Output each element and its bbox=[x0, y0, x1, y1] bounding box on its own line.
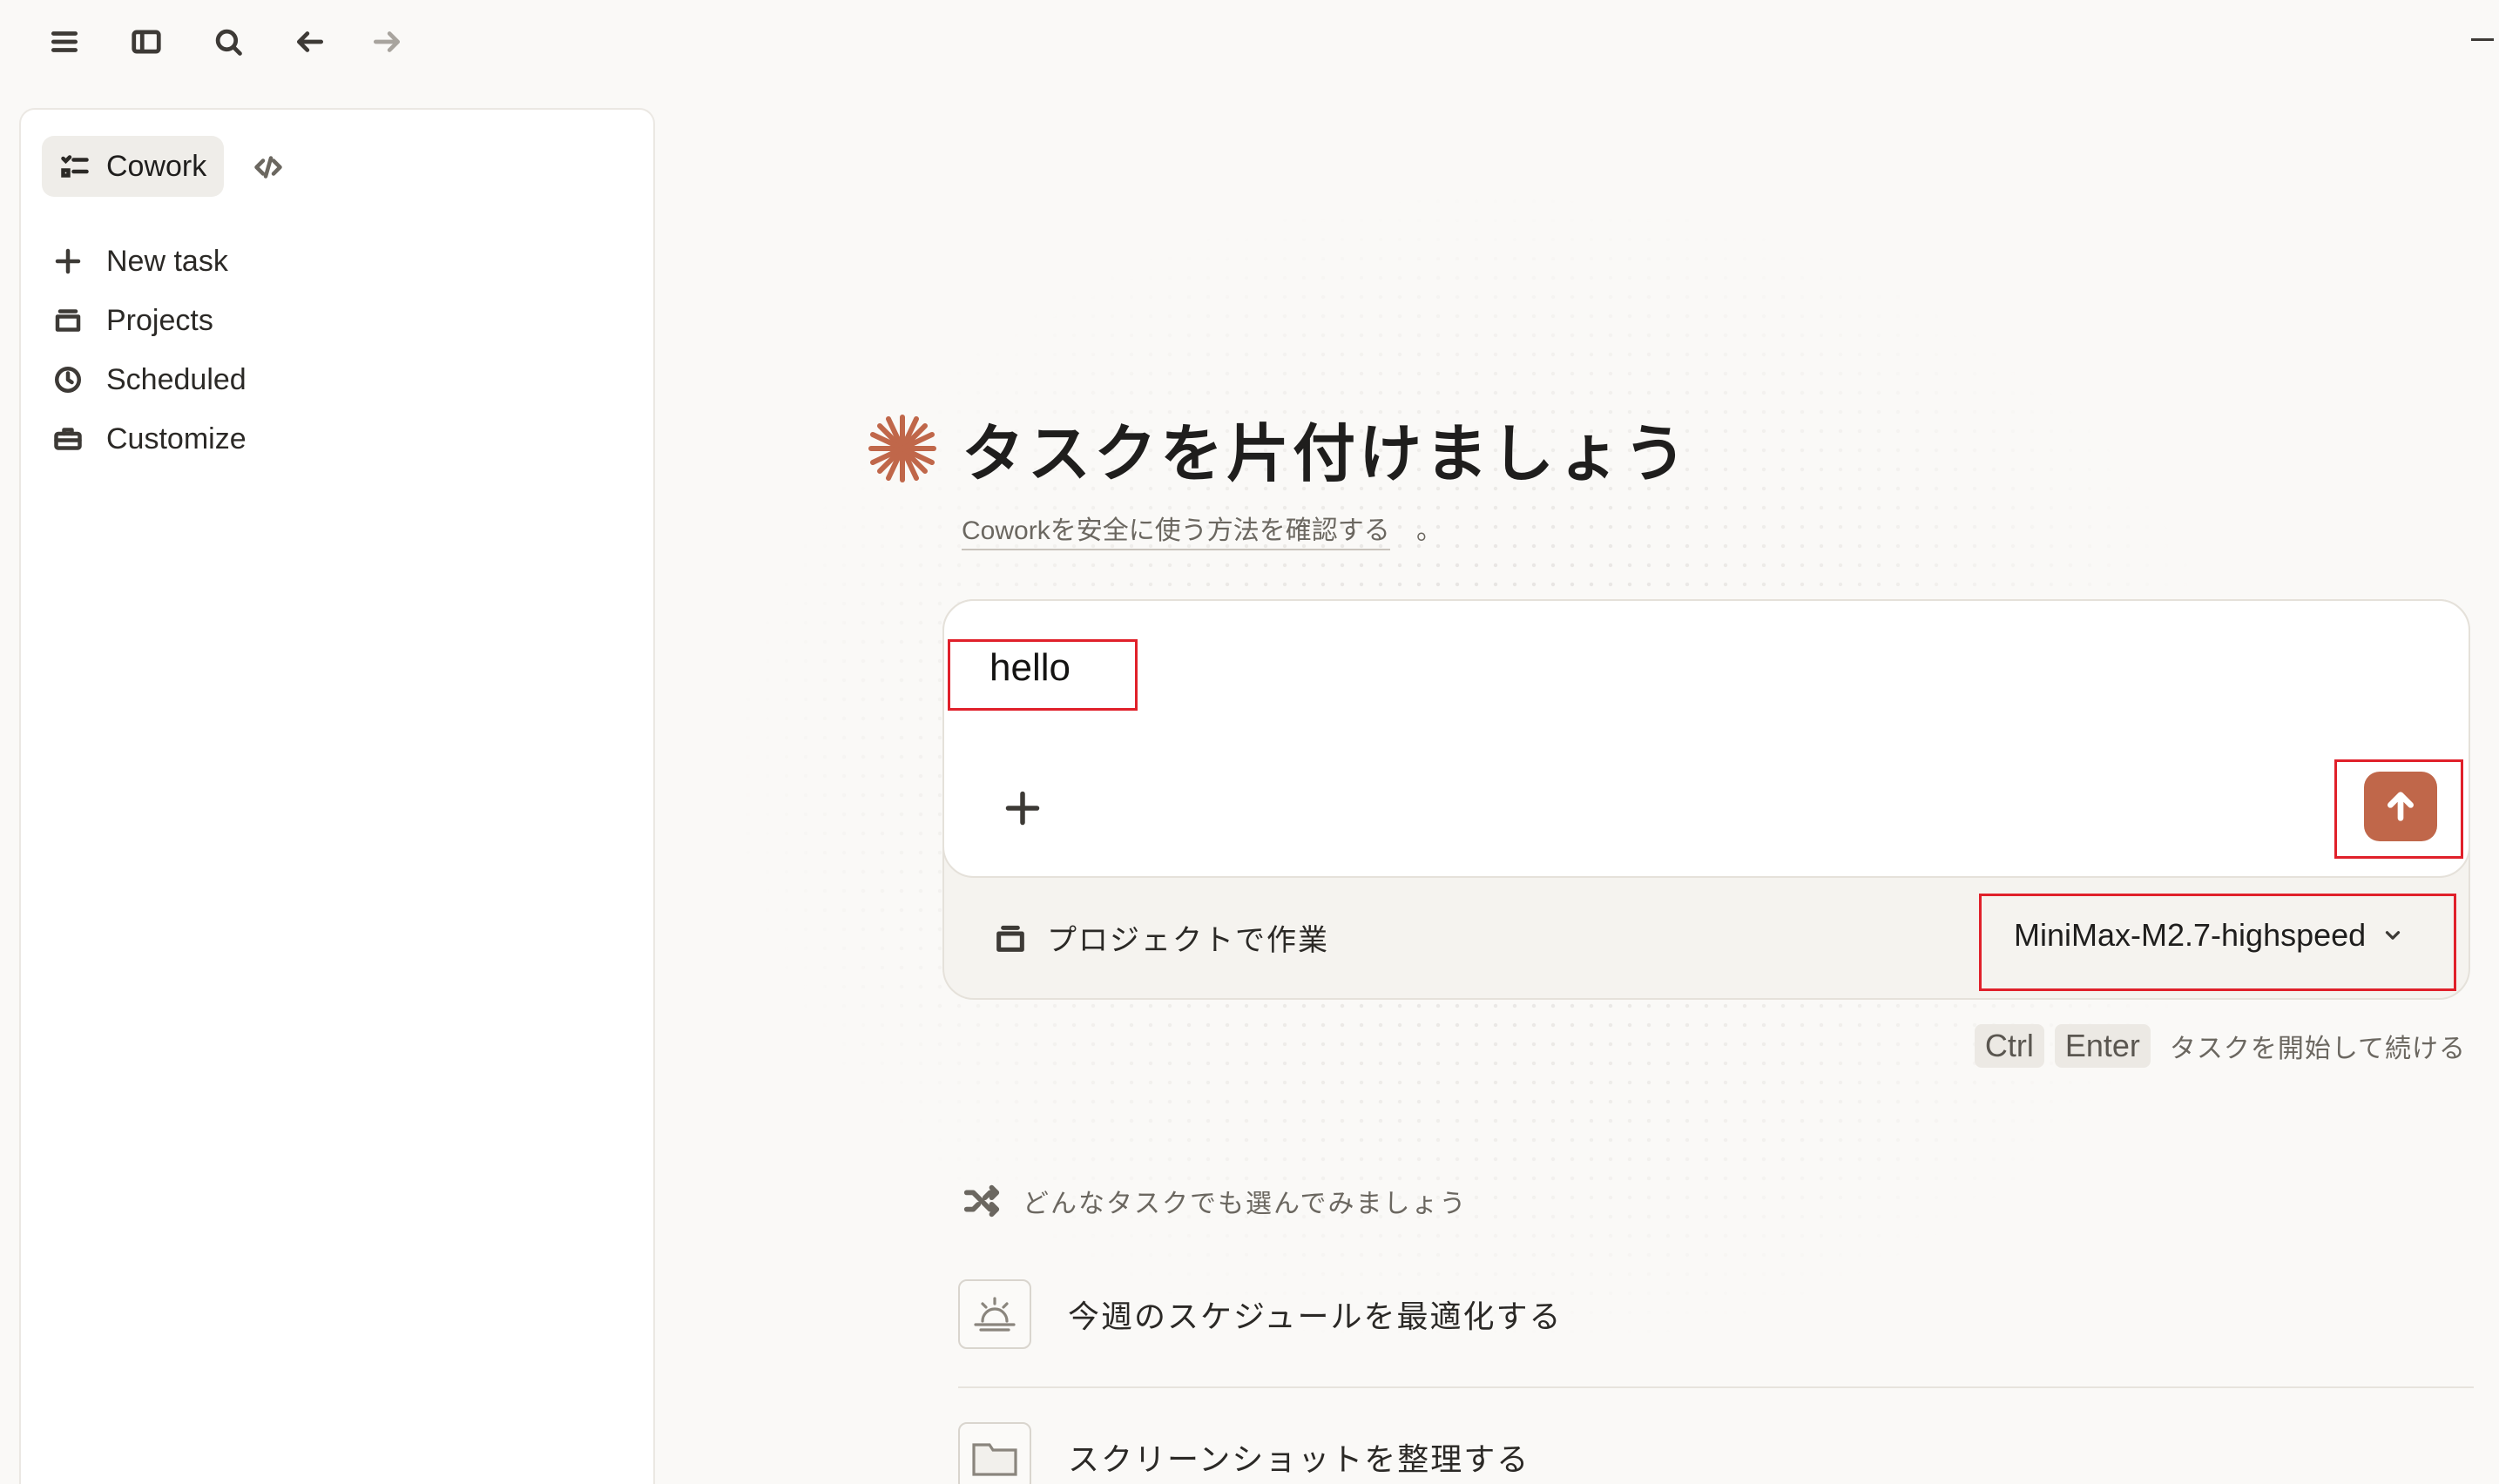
sidebar-item-label: Scheduled bbox=[106, 362, 247, 396]
folder-stack-icon bbox=[55, 309, 81, 332]
highlight-box-model bbox=[1979, 894, 2456, 991]
back-arrow-icon bbox=[296, 31, 324, 52]
minimize-icon[interactable] bbox=[2471, 38, 2494, 41]
menu-icon bbox=[51, 31, 78, 52]
asterisk-logo-icon bbox=[868, 414, 936, 482]
highlight-box-input bbox=[948, 639, 1138, 711]
plus-icon bbox=[55, 248, 81, 274]
suggestions-header-label: どんなタスクでも選んでみましょう bbox=[1023, 1190, 1468, 1218]
title-bar bbox=[0, 0, 2499, 80]
keyboard-shortcut-hint: Ctrl Enter タスクを開始して続ける bbox=[1974, 1024, 2466, 1068]
tab-code[interactable] bbox=[249, 148, 287, 186]
plus-icon bbox=[1005, 791, 1040, 826]
folder-icon bbox=[972, 1443, 1017, 1476]
code-icon bbox=[254, 156, 282, 179]
sidebar-nav: New task Projects Scheduled Customize bbox=[52, 232, 247, 469]
sidebar-item-label: Customize bbox=[106, 422, 247, 455]
sidebar-item-projects[interactable]: Projects bbox=[52, 291, 247, 350]
sunrise-icon bbox=[974, 1297, 1016, 1332]
suggestions-header: どんなタスクでも選んでみましょう bbox=[962, 1181, 1468, 1221]
sidebar-item-new-task[interactable]: New task bbox=[52, 232, 247, 291]
work-in-project-button[interactable]: プロジェクトで作業 bbox=[993, 916, 1329, 959]
search-icon bbox=[215, 29, 242, 56]
attach-button[interactable] bbox=[1000, 786, 1045, 831]
sidebar-item-customize[interactable]: Customize bbox=[52, 409, 247, 469]
tab-cowork-label: Cowork bbox=[106, 149, 207, 183]
kbd-ctrl: Ctrl bbox=[1974, 1024, 2044, 1068]
suggestion-label: 今週のスケジュールを最適化する bbox=[1068, 1298, 1563, 1334]
safety-guide-link[interactable]: Coworkを安全に使う方法を確認する bbox=[962, 509, 1390, 550]
forward-arrow-icon bbox=[373, 31, 401, 52]
shuffle-icon bbox=[963, 1184, 1000, 1218]
work-in-project-label: プロジェクトで作業 bbox=[1047, 924, 1329, 957]
page-title: タスクを片付けましょう bbox=[962, 420, 1691, 489]
tab-cowork[interactable]: Cowork bbox=[42, 136, 225, 197]
briefcase-icon bbox=[54, 428, 82, 450]
menu-button[interactable] bbox=[42, 19, 87, 64]
sidebar: Cowork New task Projects Scheduled Custo… bbox=[19, 108, 655, 1484]
back-button[interactable] bbox=[287, 19, 333, 64]
sidebar-toggle-button[interactable] bbox=[124, 19, 169, 64]
app-window: Cowork New task Projects Scheduled Custo… bbox=[0, 0, 2499, 1484]
clock-icon bbox=[55, 367, 81, 393]
safety-link-suffix: 。 bbox=[1416, 516, 1442, 545]
composer-box[interactable]: hello bbox=[942, 599, 2470, 878]
hero-header: タスクを片付けましょう bbox=[868, 402, 1690, 494]
suggestion-label: スクリーンショットを整理する bbox=[1068, 1441, 1530, 1477]
suggestion-thumbnail bbox=[958, 1279, 1031, 1349]
sidebar-toggle-icon bbox=[132, 30, 161, 54]
highlight-box-send bbox=[2334, 759, 2463, 859]
shortcut-hint-text: タスクを開始して続ける bbox=[2169, 1035, 2466, 1063]
sidebar-item-label: Projects bbox=[106, 303, 213, 337]
suggestion-divider bbox=[958, 1386, 2474, 1388]
sidebar-item-scheduled[interactable]: Scheduled bbox=[52, 350, 247, 409]
suggestion-thumbnail bbox=[958, 1422, 1031, 1484]
composer-container: hello プロジェクトで作業 MiniMax-M2.7-highspeed bbox=[942, 599, 2470, 1000]
kbd-enter: Enter bbox=[2054, 1024, 2151, 1068]
search-button[interactable] bbox=[206, 19, 251, 64]
suggestion-item-screenshots[interactable]: スクリーンショットを整理する bbox=[958, 1402, 2474, 1484]
forward-button[interactable] bbox=[364, 19, 409, 64]
checklist-icon bbox=[61, 155, 89, 178]
folder-stack-icon bbox=[996, 925, 1024, 952]
suggestion-item-schedule[interactable]: 今週のスケジュールを最適化する bbox=[958, 1259, 2474, 1369]
sidebar-item-label: New task bbox=[106, 244, 228, 278]
